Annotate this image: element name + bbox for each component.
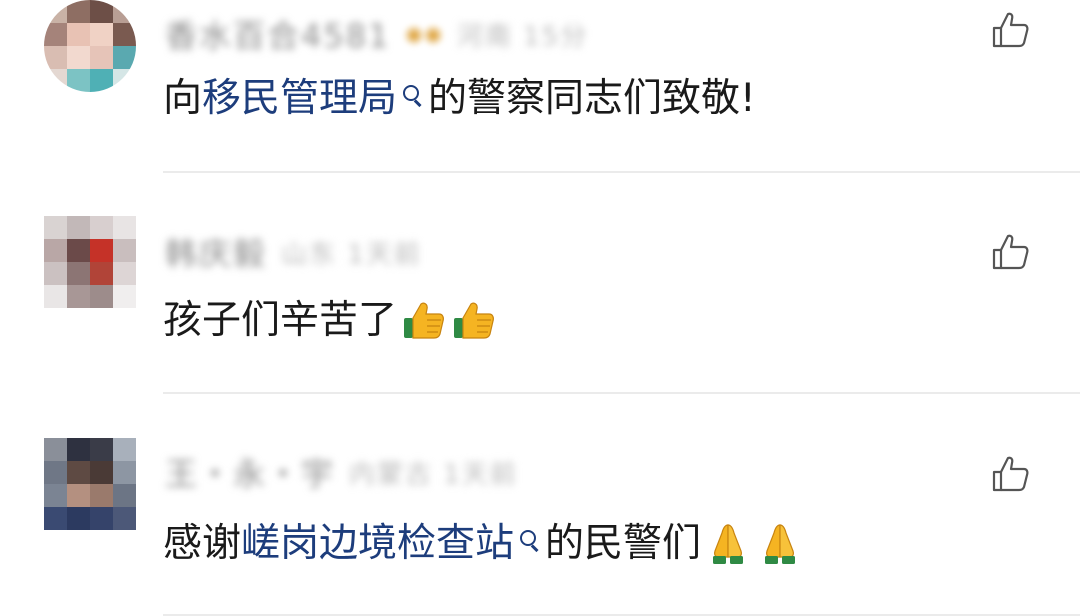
search-icon[interactable] (398, 78, 426, 118)
topic-link[interactable]: 移民管理局 (202, 79, 397, 118)
avatar[interactable] (44, 438, 136, 530)
comment-time: 山东 1天前 (281, 239, 422, 270)
text-segment: 向 (163, 75, 203, 121)
text-segment: 感谢 (163, 520, 242, 566)
divider (163, 171, 1080, 173)
comment-meta: 王・永・宇 内蒙古 1天前 (165, 450, 518, 494)
divider (163, 392, 1080, 394)
text-segment: 的民警们 (545, 520, 702, 566)
thumbs-up-emoji-icon (454, 302, 494, 339)
comment-text: 孩子们辛苦了 (163, 298, 497, 342)
thumbs-up-outline-icon (992, 234, 1029, 270)
like-button[interactable] (991, 232, 1031, 272)
comment-meta: 韩庆毅 山东 1天前 (165, 230, 422, 274)
search-icon[interactable] (515, 523, 543, 563)
thumbs-up-outline-icon (992, 456, 1029, 492)
topic-link[interactable]: 嵯岗边境检查站 (241, 524, 514, 563)
avatar[interactable] (44, 0, 136, 92)
level-badge-icon: ◉◉ (404, 21, 443, 47)
text-segment: 的警察同志们致敬! (428, 75, 756, 121)
username[interactable]: 韩庆毅 (165, 229, 267, 275)
comment-text: 向 移民管理局 的警察同志们致敬! (163, 78, 756, 118)
thumbs-up-outline-icon (992, 12, 1029, 48)
comment-time: 河南 15分 (456, 21, 589, 52)
comment-text: 感谢 嵯岗边境检查站 的民警们 (163, 521, 803, 565)
like-button[interactable] (991, 454, 1031, 494)
text-segment: 孩子们辛苦了 (163, 297, 398, 343)
avatar[interactable] (44, 216, 136, 308)
username[interactable]: 王・永・宇 (165, 449, 335, 495)
folded-hands-emoji-icon (713, 524, 744, 564)
comment-meta: 香水百合4581 ◉◉ 河南 15分 (165, 12, 588, 56)
folded-hands-emoji-icon (765, 524, 796, 564)
like-button[interactable] (991, 10, 1031, 50)
comment-time: 内蒙古 1天前 (349, 459, 518, 490)
username[interactable]: 香水百合4581 (165, 11, 390, 57)
thumbs-up-emoji-icon (404, 302, 444, 339)
